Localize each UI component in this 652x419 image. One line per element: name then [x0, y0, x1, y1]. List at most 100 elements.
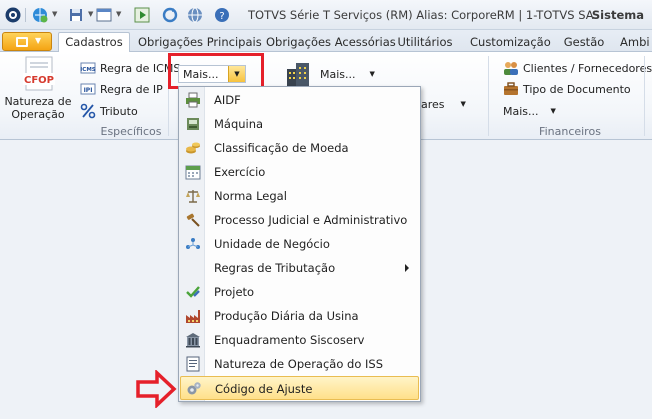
- menu-item-maquina[interactable]: Máquina: [180, 112, 419, 136]
- tipo-documento-button[interactable]: Tipo de Documento: [503, 80, 631, 98]
- menu-item-label: Regras de Tributação: [214, 261, 336, 275]
- middle-partial-label: ares: [421, 97, 445, 111]
- people-network-icon: [186, 238, 200, 249]
- financeiros-mais-button[interactable]: Mais... ▼: [503, 102, 556, 120]
- menu-item-label: Natureza de Operação do ISS: [214, 357, 384, 371]
- mais-label: Mais...: [320, 67, 356, 81]
- factory-icon: [186, 310, 200, 323]
- ipi-icon: IPI: [80, 83, 96, 95]
- group-separator: [644, 56, 645, 136]
- web-icon[interactable]: [186, 6, 204, 24]
- annotation-arrow-icon: [136, 370, 177, 408]
- mais-dropdown-menu: AIDF Máquina Classificação de Moeda Exer…: [178, 86, 421, 402]
- menu-item-enquadramento-siscoserv[interactable]: Enquadramento Siscoserv: [180, 328, 419, 352]
- menu-item-label: Exercício: [214, 165, 266, 179]
- building-icon: [186, 333, 200, 348]
- quick-access-dropdown-icon[interactable]: ▼: [52, 10, 57, 18]
- icms-icon: ICMS: [80, 62, 96, 74]
- icms-icon-text: ICMS: [80, 67, 96, 73]
- menu-item-label: Enquadramento Siscoserv: [214, 333, 365, 347]
- tributo-label: Tributo: [100, 104, 138, 118]
- briefcase-icon: [504, 82, 518, 95]
- tab-cadastros[interactable]: Cadastros: [58, 32, 130, 53]
- menu-item-label: AIDF: [214, 93, 241, 107]
- buildings-icon[interactable]: [285, 61, 311, 87]
- coins-icon: [186, 142, 200, 154]
- gears-icon: [187, 382, 201, 395]
- machine-icon: [187, 118, 199, 130]
- globe-refresh-icon[interactable]: [31, 6, 49, 24]
- submenu-arrow-icon: [405, 264, 409, 272]
- cfop-icon[interactable]: CFOP: [22, 56, 56, 92]
- tab-ambiente[interactable]: Ambi: [620, 33, 652, 52]
- group-label-especificos: Específicos: [100, 125, 162, 138]
- mais-button[interactable]: Mais... ▼: [320, 65, 375, 83]
- document-icon: [186, 356, 200, 372]
- annotation-red-box: [168, 53, 264, 89]
- save-icon[interactable]: [67, 6, 85, 24]
- clientes-fornecedores-label: Clientes / Fornecedores: [523, 61, 652, 75]
- clientes-fornecedores-button[interactable]: Clientes / Fornecedores: [503, 59, 652, 77]
- natureza-label-line1: Natureza de: [4, 95, 72, 108]
- chevron-down-icon: ▼: [550, 107, 556, 115]
- title-bar: ▼ ▼ ▼ ? TOTVS Série T Serviços (RM) Alia…: [0, 0, 652, 30]
- toolbar-separator: [25, 8, 26, 22]
- window-dropdown-icon[interactable]: ▼: [116, 10, 121, 18]
- regra-icms-button[interactable]: ICMS Regra de ICMS: [80, 59, 180, 77]
- tipo-documento-label: Tipo de Documento: [523, 82, 631, 96]
- menu-item-natureza-operacao-iss[interactable]: Natureza de Operação do ISS: [180, 352, 419, 376]
- menu-item-regras-tributacao[interactable]: Regras de Tributação: [180, 256, 419, 280]
- calendar-icon: [185, 165, 201, 180]
- totvs-logo-icon[interactable]: [4, 6, 22, 24]
- menu-item-label: Projeto: [214, 285, 255, 299]
- cfop-icon-text: CFOP: [24, 75, 54, 86]
- group-separator: [488, 56, 489, 136]
- natureza-operacao-button[interactable]: Natureza de Operação: [4, 95, 72, 121]
- menu-item-aidf[interactable]: AIDF: [180, 88, 419, 112]
- group-label-financeiros: Financeiros: [539, 125, 601, 138]
- financeiros-mais-label: Mais...: [503, 104, 539, 118]
- application-menu-button[interactable]: ▼: [2, 32, 52, 51]
- window-title: TOTVS Série T Serviços (RM) Alias: Corpo…: [248, 8, 594, 22]
- menu-item-exercicio[interactable]: Exercício: [180, 160, 419, 184]
- chevron-down-icon: ▼: [460, 100, 466, 108]
- menu-item-codigo-ajuste[interactable]: Código de Ajuste: [180, 376, 419, 400]
- regra-ipi-label: Regra de IP: [100, 82, 163, 96]
- system-label[interactable]: Sistema: [592, 8, 644, 22]
- menu-item-processo-judicial[interactable]: Processo Judicial e Administrativo: [180, 208, 419, 232]
- printer-icon: [186, 92, 200, 108]
- refresh-icon[interactable]: [161, 6, 179, 24]
- help-icon[interactable]: ?: [213, 6, 231, 24]
- tab-gestao[interactable]: Gestão: [563, 33, 605, 52]
- check-pencil-icon: [186, 286, 200, 298]
- menu-item-label: Unidade de Negócio: [214, 237, 330, 251]
- menu-item-label: Processo Judicial e Administrativo: [214, 213, 408, 227]
- percent-icon: [80, 103, 96, 119]
- tab-utilitarios[interactable]: Utilitários: [397, 33, 453, 52]
- people-icon: [504, 62, 518, 75]
- menu-item-label: Norma Legal: [214, 189, 287, 203]
- menu-item-label: Produção Diária da Usina: [214, 309, 359, 323]
- menu-item-label: Classificação de Moeda: [214, 141, 349, 155]
- menu-item-unidade-negocio[interactable]: Unidade de Negócio: [180, 232, 419, 256]
- tab-obrigacoes-acessorias[interactable]: Obrigações Acessórias: [266, 33, 396, 52]
- chevron-down-icon: ▼: [35, 36, 42, 45]
- menu-item-norma-legal[interactable]: Norma Legal: [180, 184, 419, 208]
- middle-partial-button[interactable]: ares ▼: [421, 95, 466, 113]
- tab-obrigacoes-principais[interactable]: Obrigações Principais: [138, 33, 262, 52]
- regra-ipi-button[interactable]: IPI Regra de IP: [80, 80, 163, 98]
- tab-customizacao[interactable]: Customização: [470, 33, 551, 52]
- svg-text:?: ?: [219, 11, 224, 22]
- menu-item-projeto[interactable]: Projeto: [180, 280, 419, 304]
- ribbon-tabs: ▼ Cadastros Obrigações Principais Obriga…: [0, 30, 652, 53]
- menu-item-producao-diaria[interactable]: Produção Diária da Usina: [180, 304, 419, 328]
- save-dropdown-icon[interactable]: ▼: [88, 10, 93, 18]
- menu-item-label: Máquina: [214, 117, 264, 131]
- menu-item-classificacao-moeda[interactable]: Classificação de Moeda: [180, 136, 419, 160]
- chevron-down-icon: ▼: [369, 70, 375, 78]
- window-icon[interactable]: [95, 6, 113, 24]
- menu-item-label: Código de Ajuste: [215, 382, 313, 396]
- play-icon[interactable]: [133, 6, 151, 24]
- tributo-button[interactable]: Tributo: [80, 102, 138, 120]
- gavel-icon: [186, 213, 200, 227]
